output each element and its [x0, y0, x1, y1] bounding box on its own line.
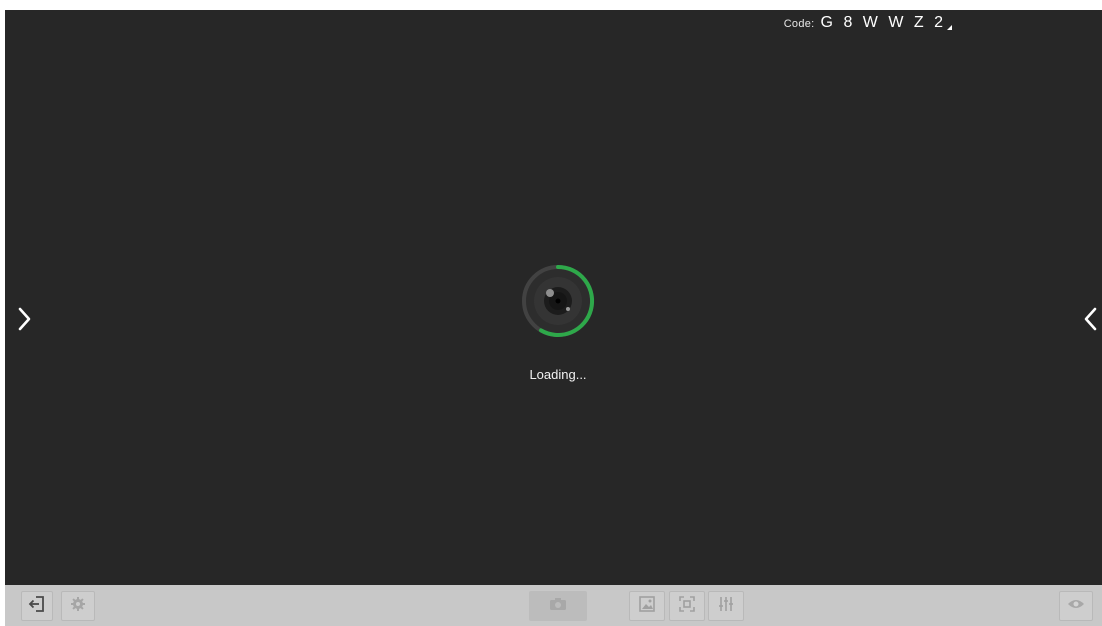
capture-button[interactable] — [529, 591, 587, 621]
eye-icon — [1067, 597, 1085, 615]
adjust-button[interactable] — [708, 591, 744, 621]
settings-button[interactable] — [61, 591, 95, 621]
chevron-right-icon[interactable] — [13, 304, 35, 334]
loading-text: Loading... — [529, 367, 587, 382]
image-button[interactable] — [629, 591, 665, 621]
chevron-left-icon[interactable] — [1080, 304, 1102, 334]
sliders-icon — [718, 596, 734, 617]
code-label: Code: — [783, 18, 815, 30]
fit-screen-button[interactable] — [669, 591, 705, 621]
exit-button[interactable] — [21, 591, 53, 621]
image-icon — [639, 595, 655, 617]
bottom-toolbar — [5, 585, 1102, 626]
preview-button[interactable] — [1059, 591, 1093, 621]
camera-viewport: Code: G 8 W W Z 2 Loading... — [5, 10, 1102, 585]
gear-icon — [70, 596, 86, 617]
code-value: G 8 W W Z 2 — [820, 14, 946, 31]
exit-icon — [28, 595, 46, 618]
device-code: Code: G 8 W W Z 2 — [784, 14, 952, 32]
fit-screen-icon — [679, 595, 695, 617]
camera-icon — [549, 597, 567, 616]
code-corner-marker — [947, 25, 952, 30]
loading-spinner — [519, 262, 597, 340]
